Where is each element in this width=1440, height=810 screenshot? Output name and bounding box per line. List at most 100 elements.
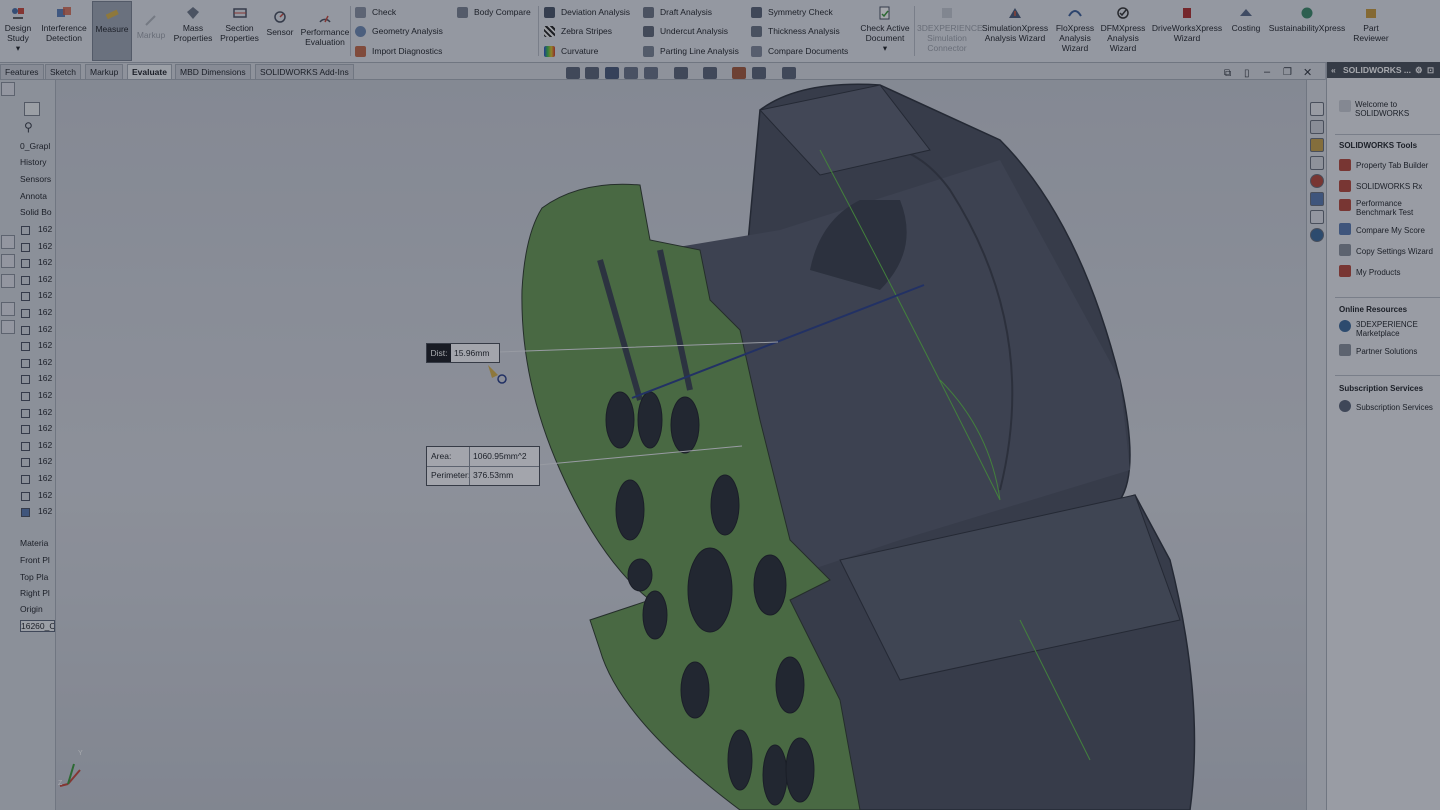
tree-item-origin[interactable]: Origin <box>20 604 53 614</box>
parting-line-analysis-button[interactable]: Parting Line Analysis <box>643 44 739 58</box>
tree-body-item[interactable]: 162 <box>38 373 52 383</box>
tree-item-sensors[interactable]: Sensors <box>20 174 53 184</box>
tree-body-item[interactable]: 162 <box>38 257 52 267</box>
dfmxpress-button[interactable]: DFMXpress Analysis Wizard <box>1099 4 1147 53</box>
tab-markup[interactable]: Markup <box>85 64 124 79</box>
check-button[interactable]: Check <box>355 5 396 19</box>
markup-button[interactable]: Markup <box>134 4 168 40</box>
property-tab-builder-link[interactable]: Property Tab Builder <box>1356 161 1428 170</box>
tree-body-item[interactable]: 162 <box>38 506 52 516</box>
geometry-analysis-button[interactable]: Geometry Analysis <box>355 24 443 38</box>
solidworks-rx-link[interactable]: SOLIDWORKS Rx <box>1356 182 1422 191</box>
3dexperience-icon[interactable] <box>1310 228 1324 242</box>
sustainabilityxpress-button[interactable]: SustainabilityXpress <box>1267 4 1347 33</box>
tree-side-icon[interactable] <box>1 274 15 288</box>
tree-item-annotations[interactable]: Annota <box>20 191 53 201</box>
split-view-icon[interactable]: ▯ <box>1244 68 1250 79</box>
tab-evaluate[interactable]: Evaluate <box>127 64 172 79</box>
part-model[interactable] <box>56 80 1306 810</box>
tile-view-icon[interactable]: ⧉ <box>1224 68 1231 79</box>
compare-documents-button[interactable]: Compare Documents <box>751 44 848 58</box>
deviation-analysis-button[interactable]: Deviation Analysis <box>544 5 630 19</box>
symmetry-check-button[interactable]: Symmetry Check <box>751 5 833 19</box>
home-icon[interactable] <box>1310 102 1324 116</box>
copy-settings-wizard-link[interactable]: Copy Settings Wizard <box>1356 247 1433 256</box>
resources-icon[interactable] <box>1310 120 1324 134</box>
filter-icon[interactable]: ⚲ <box>24 120 33 134</box>
measure-button[interactable]: Measure <box>92 1 132 61</box>
view-settings-icon[interactable] <box>782 67 796 79</box>
tree-body-item[interactable]: 162 <box>38 307 52 317</box>
tree-side-icon[interactable] <box>1 254 15 268</box>
tab-solidworks-add-ins[interactable]: SOLIDWORKS Add-Ins <box>255 64 354 79</box>
tree-body-item[interactable]: 162 <box>38 357 52 367</box>
design-library-icon[interactable] <box>1310 138 1324 152</box>
tree-item-front-plane[interactable]: Front Pl <box>20 555 53 565</box>
gear-icon[interactable]: ⚙ <box>1415 62 1423 78</box>
performance-benchmark-link[interactable]: Performance Benchmark Test <box>1356 199 1440 217</box>
tab-mbd-dimensions[interactable]: MBD Dimensions <box>175 64 251 79</box>
dynamic-annotation-icon[interactable] <box>644 67 658 79</box>
tree-item-right-plane[interactable]: Right Pl <box>20 588 53 598</box>
section-properties-button[interactable]: Section Properties <box>217 4 262 43</box>
tree-filter-icon[interactable] <box>1 82 15 96</box>
tree-body-item[interactable]: 162 <box>38 390 52 400</box>
pin-icon[interactable]: ⊡ <box>1427 62 1434 78</box>
design-study-button[interactable]: Design Study ▾ <box>3 4 33 53</box>
tree-item-solid-bodies[interactable]: Solid Bo <box>20 207 53 217</box>
zebra-stripes-button[interactable]: Zebra Stripes <box>544 24 612 38</box>
welcome-link[interactable]: Welcome to SOLIDWORKS <box>1355 100 1425 118</box>
costing-button[interactable]: Costing <box>1227 4 1265 33</box>
thickness-analysis-button[interactable]: Thickness Analysis <box>751 24 840 38</box>
performance-evaluation-button[interactable]: Performance Evaluation <box>299 4 351 47</box>
tree-side-icon[interactable] <box>1 235 15 249</box>
body-compare-button[interactable]: Body Compare <box>457 5 531 19</box>
curvature-button[interactable]: Curvature <box>544 44 598 58</box>
driveworksxpress-button[interactable]: DriveWorksXpress Wizard <box>1150 4 1224 43</box>
tree-item-material[interactable]: Materia <box>20 538 53 548</box>
appearances-icon[interactable] <box>1310 174 1324 188</box>
part-reviewer-button[interactable]: Part Reviewer <box>1350 4 1392 43</box>
zoom-to-fit-icon[interactable] <box>566 67 580 79</box>
tree-body-item[interactable]: 162 <box>38 473 52 483</box>
distance-callout[interactable]: Dist: 15.96mm <box>426 343 500 363</box>
draft-analysis-button[interactable]: Draft Analysis <box>643 5 712 19</box>
partner-solutions-link[interactable]: Partner Solutions <box>1356 347 1417 356</box>
sensor-button[interactable]: Sensor <box>264 4 296 37</box>
tree-item-part[interactable]: 16260_C <box>20 620 55 632</box>
3dexperience-simulation-connector-button[interactable]: 3DEXPERIENCE Simulation Connector <box>917 4 983 53</box>
tree-body-item[interactable]: 162 <box>38 224 52 234</box>
simulationxpress-button[interactable]: SimulationXpress Analysis Wizard <box>980 4 1050 43</box>
compare-my-score-link[interactable]: Compare My Score <box>1356 226 1425 235</box>
tree-body-item[interactable]: 162 <box>38 290 52 300</box>
view-orientation-icon[interactable] <box>674 67 688 79</box>
display-style-icon[interactable] <box>703 67 717 79</box>
interference-detection-button[interactable]: Interference Detection <box>39 4 89 43</box>
mass-properties-button[interactable]: Mass Properties <box>172 4 214 43</box>
zoom-to-area-icon[interactable] <box>585 67 599 79</box>
tree-body-item[interactable]: 162 <box>38 456 52 466</box>
tree-body-item[interactable]: 162 <box>38 274 52 284</box>
tree-body-item[interactable]: 162 <box>38 440 52 450</box>
check-active-document-button[interactable]: Check Active Document ▾ <box>857 4 913 53</box>
section-view-icon[interactable] <box>624 67 638 79</box>
area-perimeter-callout[interactable]: Area: 1060.95mm^2 Perimeter: 376.53mm <box>426 446 540 486</box>
restore-icon[interactable]: ❐ <box>1283 67 1292 78</box>
tree-body-item[interactable]: 162 <box>38 241 52 251</box>
tree-body-item[interactable]: 162 <box>38 423 52 433</box>
apply-scene-icon[interactable] <box>752 67 766 79</box>
custom-properties-icon[interactable] <box>1310 210 1324 224</box>
tree-nav-arrows[interactable] <box>24 102 40 116</box>
tree-side-icon[interactable] <box>1 302 15 316</box>
tree-side-icon[interactable] <box>1 320 15 334</box>
tree-body-item[interactable]: 162 <box>38 407 52 417</box>
minimize-icon[interactable]: – <box>1264 66 1270 78</box>
floxpress-button[interactable]: FloXpress Analysis Wizard <box>1054 4 1096 53</box>
tree-item-history[interactable]: History <box>20 157 53 167</box>
tree-body-item[interactable]: 162 <box>38 324 52 334</box>
my-products-link[interactable]: My Products <box>1356 268 1400 277</box>
collapse-icon[interactable]: « <box>1331 62 1336 78</box>
tab-features[interactable]: Features <box>0 64 44 79</box>
tab-sketch[interactable]: Sketch <box>45 64 81 79</box>
close-icon[interactable]: ✕ <box>1303 66 1312 79</box>
